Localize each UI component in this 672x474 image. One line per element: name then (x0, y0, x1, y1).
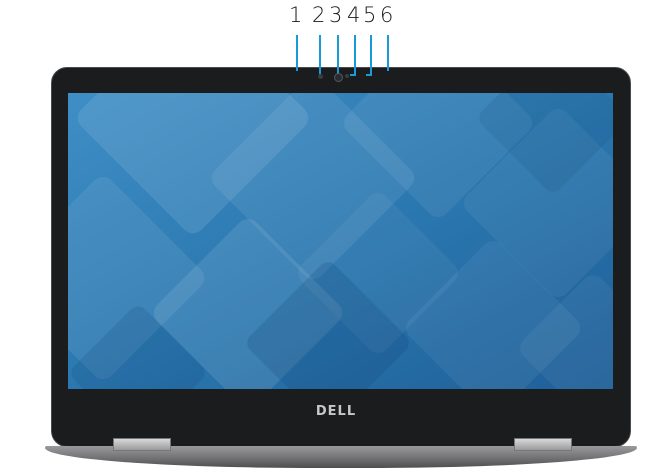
ambient-light-sensor-icon (318, 74, 323, 79)
left-hinge (113, 438, 171, 451)
camera-status-light-icon (345, 74, 349, 78)
callout-number-3: 3 (329, 3, 343, 27)
callout-number-5: 5 (363, 3, 377, 27)
right-hinge (514, 438, 572, 451)
callout-number-1: 1 (289, 3, 303, 27)
callout-line-5 (370, 35, 372, 75)
brand-logo: DELL (315, 404, 357, 419)
callout-hook-4 (350, 74, 356, 76)
display-screen (68, 93, 613, 389)
callout-line-1 (296, 35, 298, 71)
callout-number-6: 6 (380, 3, 394, 27)
callout-line-2 (319, 35, 321, 75)
callout-hook-5 (366, 74, 372, 76)
callout-line-6 (387, 35, 389, 71)
callout-number-2: 2 (312, 3, 326, 27)
callout-number-4: 4 (347, 3, 361, 27)
callout-line-3 (337, 35, 339, 75)
wallpaper-graphic (68, 93, 613, 389)
callout-line-4 (354, 35, 356, 75)
camera-icon (334, 73, 343, 82)
